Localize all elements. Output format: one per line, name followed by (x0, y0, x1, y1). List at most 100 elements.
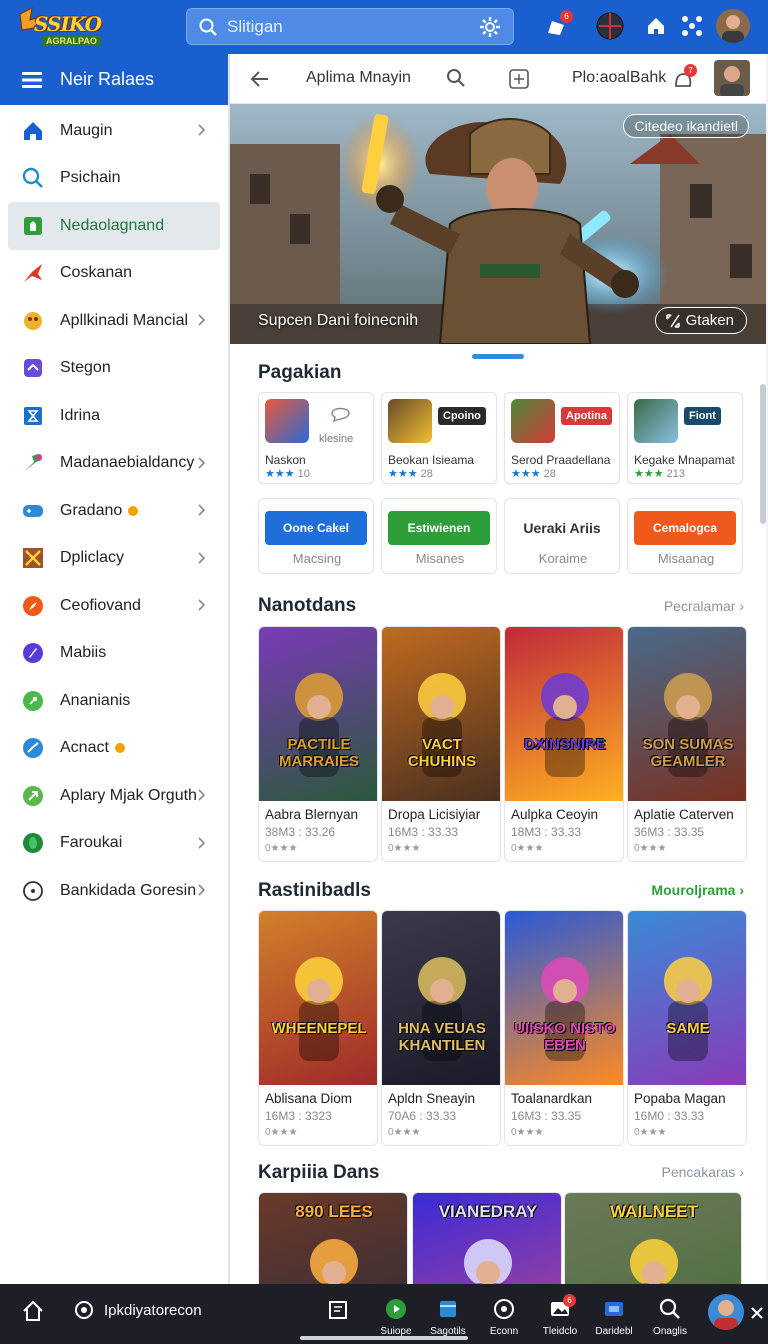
app-card[interactable]: Fiont Kegake Mnapamat ★★★ 213 (627, 392, 743, 484)
hero-tag[interactable]: Citedeo ikandietl (623, 114, 749, 138)
game-art: DXINSNIRE (505, 627, 623, 801)
promo-button[interactable]: Ueraki Ariis (511, 511, 613, 545)
chevron-right-icon (198, 883, 206, 901)
search-bar[interactable]: Slitigan (186, 8, 514, 45)
sidebar-item-7[interactable]: Madanaebialdancy (0, 440, 228, 488)
sidebar-item-4[interactable]: Apllkinadi Mancial (0, 297, 228, 345)
home-button[interactable] (640, 10, 672, 42)
game-art-title: VIANEDRAY (438, 1202, 538, 1221)
bottom-nav-item[interactable]: Sagotils (426, 1298, 470, 1337)
scrollbar-thumb[interactable] (760, 384, 766, 524)
sidebar-item-11[interactable]: Mabiis (0, 630, 228, 678)
game-card[interactable]: SAME Popaba Magan 16M0 : 33.33 0★★★ (627, 910, 747, 1146)
promo-button[interactable]: Oone Cakel (265, 511, 367, 545)
gear-icon[interactable] (479, 16, 501, 38)
section-new-link[interactable]: Pecralamar › (664, 598, 744, 614)
home-indicator[interactable] (300, 1336, 468, 1340)
search-icon[interactable] (446, 68, 466, 88)
game-title: Aplatie Caterven (634, 807, 734, 822)
game-card[interactable]: UIISKO NISTO EBEN Toalanardkan 16M3 : 33.3… (504, 910, 624, 1146)
app-card[interactable]: Cpoino Beokan Isieama ★★★ 28 (381, 392, 497, 484)
game-rating: 0★★★ (388, 843, 421, 854)
promo-card[interactable]: Estiwienen Misanes (381, 498, 497, 574)
hero-caption: Supcen Dani foinecnih (258, 312, 419, 329)
sidebar-item-6[interactable]: Idrina (0, 392, 228, 440)
game-card[interactable]: VIANEDRAY (412, 1192, 562, 1284)
rating-value: 213 (666, 468, 685, 480)
toolbar-avatar[interactable] (714, 60, 750, 96)
chevron-right-icon (198, 788, 206, 806)
home-icon[interactable] (22, 1300, 44, 1322)
sidebar-item-1[interactable]: Psichain (0, 155, 228, 203)
promo-button[interactable]: Estiwienen (388, 511, 490, 545)
globe-button[interactable] (594, 10, 626, 42)
sidebar-item-0[interactable]: Maugin (0, 107, 228, 155)
rating-stars: ★★★ (265, 468, 295, 480)
user-avatar[interactable] (716, 9, 750, 43)
bottom-nav-item[interactable]: Onaglis (648, 1298, 692, 1337)
game-card[interactable]: SON SUMAS GEAMLER Aplatie Caterven 36M3 : … (627, 626, 747, 862)
chevron-right-icon (198, 123, 206, 141)
close-icon[interactable] (750, 1306, 764, 1320)
game-card[interactable]: DXINSNIRE Aulpka Ceoyin 18M3 : 33.33 0★★★ (504, 626, 624, 862)
app-card[interactable]: klesine Naskon ★★★ 10 (258, 392, 374, 484)
hero-banner[interactable]: Citedeo ikandietl Supcen Dani foinecnih … (230, 104, 766, 344)
promo-card[interactable]: Oone Cakel Macsing (258, 498, 374, 574)
promo-card[interactable]: Cemalogca Misaanag (627, 498, 743, 574)
game-card[interactable]: VACT CHUHINS Dropa Licisiyiar 16M3 : 33.33… (381, 626, 501, 862)
promo-card[interactable]: Ueraki Ariis Koraime (504, 498, 620, 574)
sidebar-item-5[interactable]: Stegon (0, 345, 228, 393)
game-card[interactable]: PACTILE MARRAIES Aabra Blernyan 38M3 : 33.… (258, 626, 378, 862)
app-logo[interactable]: SSIKO AGRALPAO (14, 6, 114, 48)
game-card[interactable]: 890 LEES (258, 1192, 408, 1284)
bottom-site-label[interactable]: Ipkdiyatorecon (104, 1302, 202, 1319)
add-square-icon[interactable] (508, 68, 530, 90)
bottom-nav-item[interactable]: Daridebl (592, 1298, 636, 1337)
sidebar-item-label: Aplary Mjak Orguth (60, 786, 197, 804)
bottom-avatar[interactable] (708, 1294, 744, 1330)
top-bar: SSIKO AGRALPAO Slitigan 6 (0, 0, 768, 54)
sidebar-item-9[interactable]: Dpliclacy (0, 535, 228, 583)
app-card[interactable]: Apotina Serod Praadellana ★★★ 28 (504, 392, 620, 484)
game-size: 16M3 : 33.33 (388, 825, 459, 839)
browser-icon[interactable] (74, 1300, 94, 1320)
section-rank-link[interactable]: Mouroljrama › (651, 882, 744, 898)
game-title: Aabra Blernyan (265, 807, 359, 822)
sidebar-item-13[interactable]: Acnact (0, 725, 228, 773)
bookmark-icon[interactable] (328, 1300, 348, 1320)
toolbar-notification-button[interactable]: 7 (670, 64, 697, 92)
game-card[interactable]: WHEENEPEL Ablisana Diom 16M3 : 3323 0★★★ (258, 910, 378, 1146)
game-art-title: PACTILE MARRAIES (278, 736, 359, 770)
sidebar-item-3[interactable]: Coskanan (0, 250, 228, 298)
game-card[interactable]: WAILNEET (564, 1192, 742, 1284)
hero-button[interactable]: Gtaken (654, 307, 747, 334)
notifications-button[interactable]: 6 (540, 10, 573, 42)
sidebar-item-16[interactable]: Bankidada Goresin (0, 867, 228, 915)
toolbar-right-label[interactable]: Plo:aoalBahk (572, 69, 666, 87)
promo-button-label: Estiwienen (407, 521, 471, 535)
carousel-indicator[interactable] (472, 354, 524, 359)
search-input[interactable]: Slitigan (227, 17, 283, 37)
game-card[interactable]: HNA VEUAS KHANTILEN Apldn Sneayin 70A6 : 3… (381, 910, 501, 1146)
game-title: Ablisana Diom (265, 1091, 353, 1106)
nav-badge: 6 (563, 1294, 576, 1307)
sidebar-item-15[interactable]: Faroukai (0, 820, 228, 868)
sidebar-item-10[interactable]: Ceofiovand (0, 582, 228, 630)
sidebar-item-2[interactable]: Nedaolagnand (8, 202, 220, 250)
hamburger-menu-icon[interactable] (22, 71, 42, 88)
photo-icon: 6 (549, 1294, 576, 1323)
sidebar-item-label: Coskanan (60, 264, 133, 282)
sidebar-item-8[interactable]: Gradano (0, 487, 228, 535)
sidebar-item-12[interactable]: Ananianis (0, 677, 228, 725)
chevron-right-icon (198, 836, 206, 854)
bottom-nav-item[interactable]: Econn (482, 1298, 526, 1337)
section-more-link[interactable]: Pencakaras › (662, 1164, 745, 1180)
promo-button[interactable]: Cemalogca (634, 511, 736, 545)
back-arrow-icon[interactable] (250, 69, 270, 89)
bottom-nav-item[interactable]: Suiope (374, 1298, 418, 1337)
bottom-nav-item[interactable]: 6 Tleidclo (538, 1294, 582, 1337)
share-button[interactable] (676, 10, 708, 42)
sidebar-item-14[interactable]: Aplary Mjak Orguth (0, 772, 228, 820)
bottom-nav-label: Onaglis (653, 1326, 687, 1337)
chat-bubble-icon (329, 403, 353, 428)
